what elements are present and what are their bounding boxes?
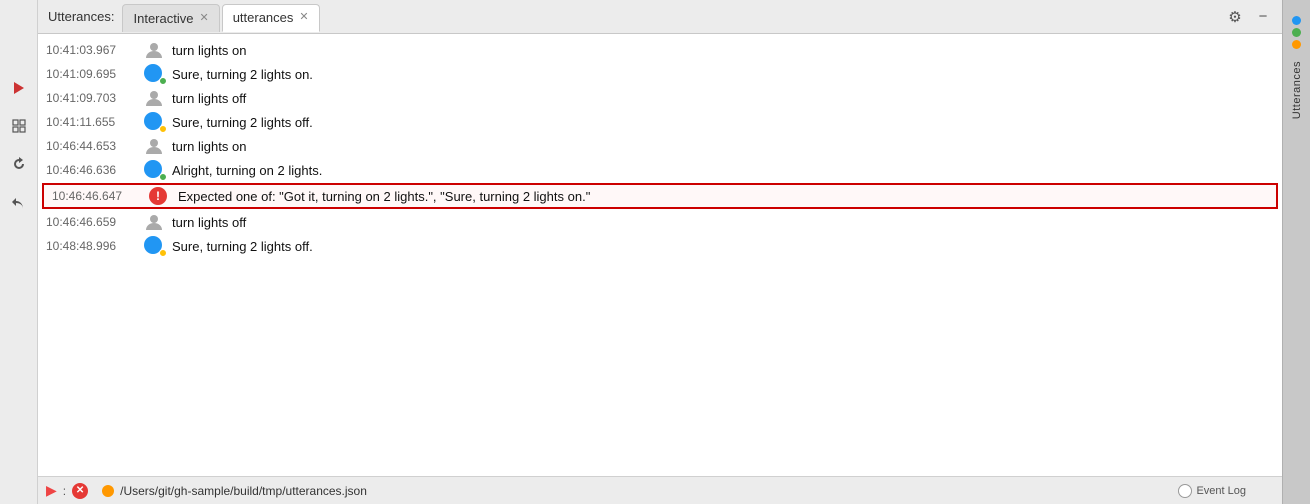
avatar-user [136, 213, 172, 231]
log-row: 10:41:03.967 turn lights on [38, 38, 1282, 62]
left-sidebar [0, 0, 38, 504]
orange-status-dot [102, 485, 114, 497]
log-row: 10:41:09.703 turn lights off [38, 86, 1282, 110]
avatar-user [136, 137, 172, 155]
event-log-label: Event Log [1196, 485, 1246, 497]
tab-bar: Utterances: Interactive ✕ utterances ✕ ⚙… [38, 0, 1282, 34]
tab-bar-actions: ⚙ − [1224, 6, 1282, 28]
message: Sure, turning 2 lights off. [172, 115, 1272, 130]
play-icon[interactable] [6, 75, 32, 101]
timestamp: 10:41:03.967 [46, 43, 136, 57]
log-row: 10:46:46.659 turn lights off [38, 210, 1282, 234]
avatar-bot [136, 236, 172, 256]
avatar-bot [136, 160, 172, 180]
log-row: 10:46:44.653 turn lights on [38, 134, 1282, 158]
log-row: 10:41:11.655 Sure, turning 2 lights off. [38, 110, 1282, 134]
tab-interactive[interactable]: Interactive ✕ [122, 4, 219, 32]
settings-button[interactable]: ⚙ [1224, 6, 1246, 28]
message: turn lights off [172, 215, 1272, 230]
error-message: Expected one of: "Got it, turning on 2 l… [178, 189, 1266, 204]
avatar-bot [136, 112, 172, 132]
main-content: Utterances: Interactive ✕ utterances ✕ ⚙… [38, 0, 1282, 504]
log-row: 10:41:09.695 Sure, turning 2 lights on. [38, 62, 1282, 86]
timestamp: 10:46:46.647 [52, 189, 142, 203]
timestamp: 10:41:09.695 [46, 67, 136, 81]
orange-dot [1292, 40, 1301, 49]
undo-icon[interactable] [6, 189, 32, 215]
tab-utterances[interactable]: utterances ✕ [222, 4, 320, 32]
message: turn lights on [172, 43, 1272, 58]
timestamp: 10:41:11.655 [46, 115, 136, 129]
log-row: 10:48:48.996 Sure, turning 2 lights off. [38, 234, 1282, 258]
event-log-area: Event Log [1178, 484, 1246, 498]
refresh-icon[interactable] [6, 151, 32, 177]
timestamp: 10:48:48.996 [46, 239, 136, 253]
timestamp: 10:41:09.703 [46, 91, 136, 105]
message: Sure, turning 2 lights off. [172, 239, 1272, 254]
minimize-button[interactable]: − [1252, 6, 1274, 28]
avatar-bot [136, 64, 172, 84]
play-status-icon: ▶ [46, 482, 57, 499]
utterances-label: Utterances: [48, 9, 114, 24]
blue-dot [1292, 16, 1301, 25]
timestamp: 10:46:44.653 [46, 139, 136, 153]
status-bar: ▶ : ✕ /Users/git/gh-sample/build/tmp/utt… [38, 476, 1282, 504]
tab-interactive-label: Interactive [133, 11, 193, 26]
message: Sure, turning 2 lights on. [172, 67, 1272, 82]
error-icon: ! [149, 187, 167, 205]
list-icon[interactable] [6, 113, 32, 139]
log-area[interactable]: 10:41:03.967 turn lights on 10:41:09.695 [38, 34, 1282, 476]
right-sidebar-label: Utterances [1291, 61, 1303, 119]
colon: : [63, 484, 66, 498]
message: Alright, turning on 2 lights. [172, 163, 1272, 178]
message: turn lights off [172, 91, 1272, 106]
avatar-user [136, 41, 172, 59]
tab-interactive-close[interactable]: ✕ [199, 13, 208, 24]
timestamp: 10:46:46.659 [46, 215, 136, 229]
tab-utterances-label: utterances [233, 10, 294, 25]
avatar-user [136, 89, 172, 107]
message: turn lights on [172, 139, 1272, 154]
error-status-icon: ✕ [72, 483, 88, 499]
timestamp: 10:46:46.636 [46, 163, 136, 177]
right-sidebar: Utterances [1282, 0, 1310, 504]
tab-utterances-close[interactable]: ✕ [299, 12, 308, 23]
error-log-row: 10:46:46.647 ! Expected one of: "Got it,… [42, 183, 1278, 209]
event-log-circle [1178, 484, 1192, 498]
file-path: /Users/git/gh-sample/build/tmp/utterance… [120, 484, 367, 498]
green-dot [1292, 28, 1301, 37]
right-dot-group [1292, 16, 1301, 49]
log-row: 10:46:46.636 Alright, turning on 2 light… [38, 158, 1282, 182]
error-icon-area: ! [142, 187, 178, 205]
